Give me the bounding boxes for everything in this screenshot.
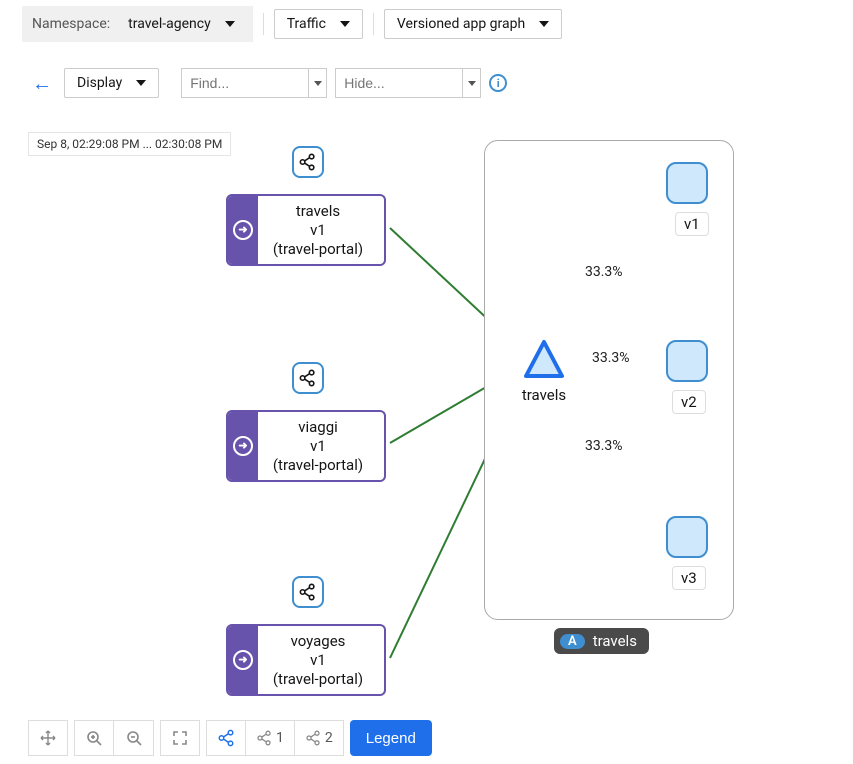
source-node-travels[interactable]: ➜ travels v1 (travel-portal): [226, 194, 386, 266]
arrow-right-circle-icon: ➜: [233, 650, 253, 670]
hide-input[interactable]: [336, 69, 462, 97]
hide-dropdown-toggle[interactable]: [462, 69, 480, 97]
graph-type-label: Versioned app graph: [397, 16, 525, 32]
app-group-name: travels: [593, 632, 637, 650]
find-input[interactable]: [182, 69, 308, 97]
workload-icon[interactable]: [292, 362, 324, 394]
edge-label: 33.3%: [585, 264, 623, 280]
node-app-name: voyages: [262, 632, 374, 651]
graph-bottom-toolbar: 1 2 Legend: [28, 720, 432, 756]
caret-down-icon: [136, 80, 146, 86]
find-dropdown-toggle[interactable]: [308, 69, 326, 97]
zoom-in-button[interactable]: [74, 720, 114, 756]
layout-default-button[interactable]: [206, 720, 246, 756]
caret-down-icon: [539, 21, 549, 27]
service-name-label: travels: [516, 386, 572, 404]
arrow-right-circle-icon: ➜: [233, 220, 253, 240]
edge-label: 33.3%: [585, 438, 623, 454]
workload-node-v3[interactable]: [666, 516, 708, 558]
namespace-dropdown[interactable]: travel-agency: [120, 12, 243, 36]
traffic-dropdown[interactable]: Traffic: [274, 9, 363, 39]
divider: [373, 13, 374, 35]
version-label-v1: v1: [675, 212, 709, 236]
display-label: Display: [77, 75, 122, 91]
source-node-viaggi[interactable]: ➜ viaggi v1 (travel-portal): [226, 410, 386, 482]
info-icon[interactable]: i: [489, 74, 507, 92]
workload-node-v1[interactable]: [666, 162, 708, 204]
node-version: v1: [262, 651, 374, 670]
caret-down-icon: [225, 21, 235, 27]
version-label-v3: v3: [672, 566, 706, 590]
edge-label: 33.3%: [592, 350, 630, 366]
layout-1-label: 1: [276, 730, 284, 746]
source-node-voyages[interactable]: ➜ voyages v1 (travel-portal): [226, 624, 386, 696]
layout-2-label: 2: [325, 730, 333, 746]
app-badge: A: [560, 634, 585, 649]
find-input-group: [181, 68, 327, 98]
workload-icon[interactable]: [292, 576, 324, 608]
drag-mode-button[interactable]: [28, 720, 68, 756]
time-range-label: Sep 8, 02:29:08 PM ... 02:30:08 PM: [28, 132, 231, 156]
namespace-selector[interactable]: Namespace: travel-agency: [22, 6, 253, 42]
service-node-icon[interactable]: [522, 338, 566, 386]
layout-2-button[interactable]: 2: [295, 720, 344, 756]
display-dropdown[interactable]: Display: [64, 68, 159, 98]
app-group-label[interactable]: A travels: [554, 628, 649, 654]
node-namespace: (travel-portal): [262, 240, 374, 259]
divider: [263, 13, 264, 35]
traffic-label: Traffic: [287, 16, 326, 32]
node-namespace: (travel-portal): [262, 456, 374, 475]
namespace-value: travel-agency: [128, 16, 211, 32]
layout-1-button[interactable]: 1: [246, 720, 295, 756]
arrow-right-circle-icon: ➜: [233, 436, 253, 456]
zoom-out-button[interactable]: [114, 720, 154, 756]
hide-input-group: [335, 68, 481, 98]
version-label-v2: v2: [672, 390, 706, 414]
node-app-name: travels: [262, 202, 374, 221]
legend-button[interactable]: Legend: [350, 720, 432, 756]
namespace-label: Namespace:: [32, 16, 110, 32]
fit-button[interactable]: [160, 720, 200, 756]
workload-icon[interactable]: [292, 146, 324, 178]
graph-canvas[interactable]: Sep 8, 02:29:08 PM ... 02:30:08 PM ➜ tra…: [22, 110, 853, 764]
node-namespace: (travel-portal): [262, 670, 374, 689]
back-arrow-icon[interactable]: ←: [32, 71, 52, 96]
workload-node-v2[interactable]: [666, 340, 708, 382]
node-version: v1: [262, 437, 374, 456]
graph-type-dropdown[interactable]: Versioned app graph: [384, 9, 562, 39]
caret-down-icon: [340, 21, 350, 27]
node-app-name: viaggi: [262, 418, 374, 437]
node-version: v1: [262, 221, 374, 240]
